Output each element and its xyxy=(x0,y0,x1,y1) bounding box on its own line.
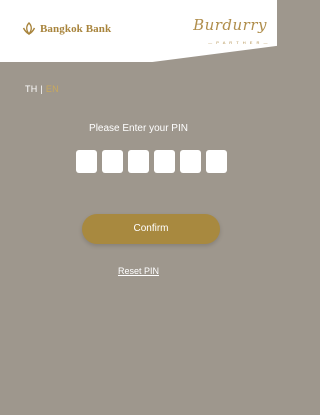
lotus-icon xyxy=(22,22,36,36)
language-separator: | xyxy=(40,84,44,94)
confirm-button[interactable]: Confirm xyxy=(82,214,220,244)
partner-subtitle: — P A R T H E R — xyxy=(208,40,269,45)
app-header: Bangkok Bank Burdurry — P A R T H E R — xyxy=(0,0,277,62)
pin-digit-input[interactable] xyxy=(102,150,123,173)
pin-digit-input[interactable] xyxy=(206,150,227,173)
language-en[interactable]: EN xyxy=(46,84,59,94)
pin-prompt: Please Enter your PIN xyxy=(89,123,188,134)
partner-logo: Burdurry — P A R T H E R — xyxy=(193,10,273,46)
language-switcher: TH | EN xyxy=(25,84,59,94)
brand: Bangkok Bank xyxy=(22,22,111,36)
pin-digit-input[interactable] xyxy=(128,150,149,173)
pin-input-row xyxy=(76,150,227,173)
pin-digit-input[interactable] xyxy=(76,150,97,173)
brand-name: Bangkok Bank xyxy=(40,23,112,35)
pin-digit-input[interactable] xyxy=(154,150,175,173)
pin-digit-input[interactable] xyxy=(180,150,201,173)
language-th[interactable]: TH xyxy=(25,84,38,94)
reset-pin-link[interactable]: Reset PIN xyxy=(0,266,277,276)
partner-name: Burdurry xyxy=(193,16,267,34)
